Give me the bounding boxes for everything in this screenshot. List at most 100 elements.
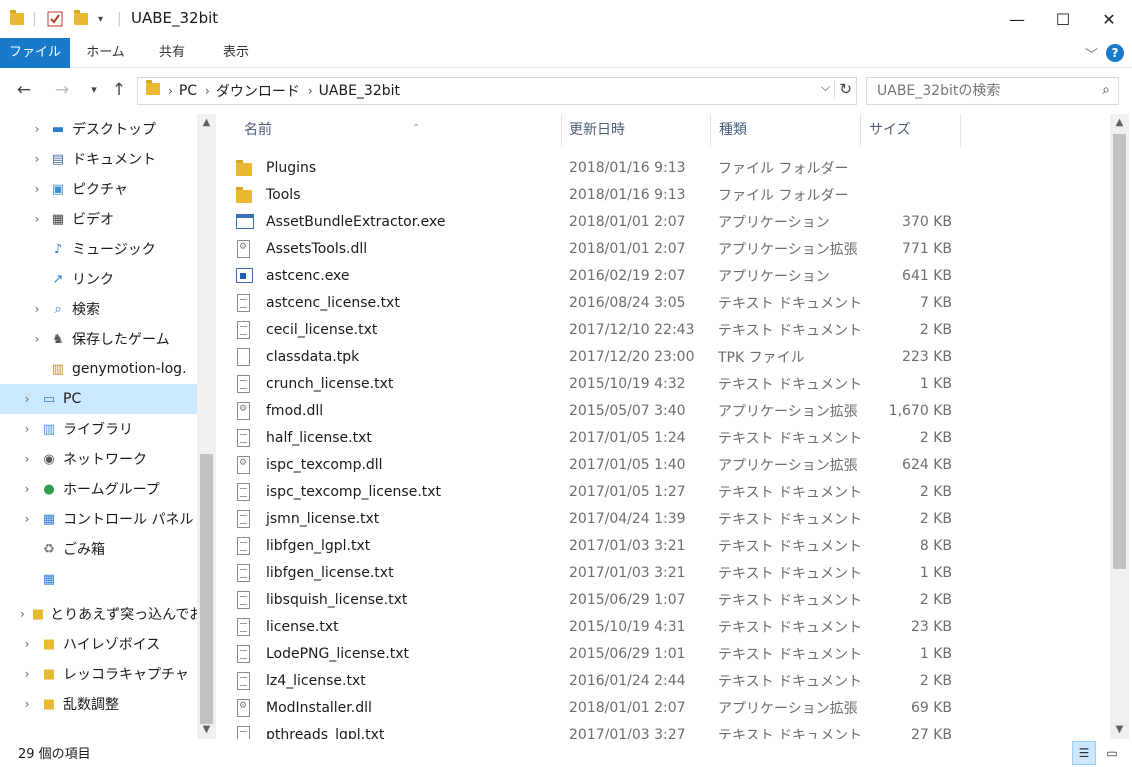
file-row[interactable]: libfgen_lgpl.txt 2017/01/03 3:21 テキスト ドキュメ… [236,532,956,559]
back-button[interactable]: ← [12,78,36,102]
customize-quick-access-icon[interactable]: ▾ [98,9,103,29]
scroll-down-arrow[interactable]: ▼ [1110,721,1129,739]
file-row[interactable]: Plugins 2018/01/16 9:13 ファイル フォルダー [236,154,956,181]
help-icon[interactable]: ? [1106,44,1124,62]
tab-home[interactable]: ホーム [78,38,133,68]
nav-item[interactable]: › ▥ ライブラリ [0,414,197,444]
expand-chevron-icon[interactable]: › [30,182,44,196]
nav-item[interactable]: › ■ 乱数調整 [0,689,197,719]
nav-item[interactable]: ▦ [0,564,197,594]
tab-share[interactable]: 共有 [146,38,198,68]
expand-chevron-icon[interactable]: › [30,122,44,136]
nav-item[interactable]: › ♞ 保存したゲーム [0,324,197,354]
expand-chevron-icon[interactable]: › [30,152,44,166]
nav-item[interactable]: › ■ レッコラキャプチャ [0,659,197,689]
nav-item[interactable]: ♪ ミュージック [0,234,197,264]
file-list-scroll-thumb[interactable] [1113,134,1126,569]
file-row[interactable]: AssetsTools.dll 2018/01/01 2:07 アプリケーション拡張… [236,235,956,262]
nav-item[interactable]: › ▦ ビデオ [0,204,197,234]
expand-chevron-icon[interactable]: › [20,637,34,651]
address-bar[interactable]: › PC › ダウンロード › UABE_32bit ⌵ ↻ [137,77,857,105]
nav-item[interactable]: › ▦ コントロール パネル [0,504,197,534]
nav-scrollbar[interactable]: ▲ ▼ [197,114,216,739]
recent-locations-button[interactable]: ▾ [82,78,106,102]
file-row[interactable]: license.txt 2015/10/19 4:31 テキスト ドキュメント 23 … [236,613,956,640]
search-icon[interactable]: ⌕ [1102,82,1110,98]
tab-view[interactable]: 表示 [210,38,262,68]
breadcrumb-downloads[interactable]: ダウンロード [216,81,300,101]
minimize-button[interactable]: — [994,0,1040,38]
refresh-icon[interactable]: ↻ [834,80,852,98]
search-input[interactable] [867,78,1087,104]
nav-item[interactable]: › ◉ ネットワーク [0,444,197,474]
file-row[interactable]: pthreads_lgpl.txt 2017/01/03 3:27 テキスト ドキュ… [236,721,956,739]
column-header-name[interactable]: 名前 ⌃ [236,114,562,147]
expand-chevron-icon[interactable]: › [20,667,34,681]
expand-chevron-icon[interactable]: › [20,422,34,436]
file-row[interactable]: ispc_texcomp_license.txt 2017/01/05 1:27 テ… [236,478,956,505]
expand-chevron-icon[interactable]: › [20,482,34,496]
scroll-up-arrow[interactable]: ▲ [1110,114,1129,132]
nav-item[interactable]: › ■ とりあえず突っ込んでお [0,599,197,629]
file-row[interactable]: astcenc.exe 2016/02/19 2:07 アプリケーション 641 KB [236,262,956,289]
file-row[interactable]: ModInstaller.dll 2018/01/01 2:07 アプリケーション拡… [236,694,956,721]
nav-item[interactable]: ▥ genymotion-log. [0,354,197,384]
maximize-button[interactable]: ☐ [1040,0,1086,38]
column-header-size[interactable]: サイズ [861,114,961,147]
nav-item[interactable]: › ⌕ 検索 [0,294,197,324]
tab-file[interactable]: ファイル [0,38,70,68]
nav-item[interactable]: › ▬ デスクトップ [0,114,197,144]
nav-item[interactable]: › ▣ ピクチャ [0,174,197,204]
nav-item[interactable]: › ■ ハイレゾボイス [0,629,197,659]
expand-chevron-icon[interactable]: › [20,697,34,711]
file-row[interactable]: cecil_license.txt 2017/12/10 22:43 テキスト ドキ… [236,316,956,343]
file-row[interactable]: fmod.dll 2015/05/07 3:40 アプリケーション拡張 1,670 K… [236,397,956,424]
file-row[interactable]: libfgen_license.txt 2017/01/03 3:21 テキスト ド… [236,559,956,586]
file-row[interactable]: ispc_texcomp.dll 2017/01/05 1:40 アプリケーション拡… [236,451,956,478]
file-type: アプリケーション拡張 [718,403,858,420]
large-icons-view-button[interactable]: ▭ [1100,741,1124,765]
expand-chevron-icon[interactable]: › [30,332,44,346]
breadcrumb-pc[interactable]: PC [179,83,197,99]
nav-item[interactable]: › ▭ PC [0,384,197,414]
file-row[interactable]: jsmn_license.txt 2017/04/24 1:39 テキスト ドキュメ… [236,505,956,532]
close-button[interactable]: ✕ [1086,0,1132,38]
expand-chevron-icon[interactable]: › [20,452,34,466]
up-button[interactable]: ↑ [107,78,131,102]
properties-icon[interactable] [47,9,63,29]
breadcrumb-uabe[interactable]: UABE_32bit [319,83,400,99]
column-header-date[interactable]: 更新日時 [561,114,711,147]
file-list-scrollbar[interactable]: ▲ ▼ [1110,114,1129,739]
expand-chevron-icon[interactable]: › [20,512,34,526]
expand-chevron-icon[interactable]: › [30,302,44,316]
expand-ribbon-icon[interactable]: ﹀ [1085,44,1098,63]
file-row[interactable]: AssetBundleExtractor.exe 2018/01/01 2:07 ア… [236,208,956,235]
file-row[interactable]: LodePNG_license.txt 2015/06/29 1:01 テキスト ド… [236,640,956,667]
nav-item[interactable]: ♻ ごみ箱 [0,534,197,564]
expand-chevron-icon[interactable]: › [20,392,34,406]
file-row[interactable]: half_license.txt 2017/01/05 1:24 テキスト ドキュメ… [236,424,956,451]
column-header-type[interactable]: 種類 [711,114,861,147]
file-row[interactable]: astcenc_license.txt 2016/08/24 3:05 テキスト ド… [236,289,956,316]
file-row[interactable]: Tools 2018/01/16 9:13 ファイル フォルダー [236,181,956,208]
breadcrumb-separator[interactable]: › [308,84,313,98]
file-row[interactable]: lz4_license.txt 2016/01/24 2:44 テキスト ドキュメン… [236,667,956,694]
scroll-down-arrow[interactable]: ▼ [197,721,216,739]
file-row[interactable]: crunch_license.txt 2015/10/19 4:32 テキスト ドキ… [236,370,956,397]
address-dropdown-icon[interactable]: ⌵ [821,80,830,95]
expand-chevron-icon[interactable]: › [30,212,44,226]
nav-scroll-thumb[interactable] [200,454,213,724]
nav-item[interactable]: ↗ リンク [0,264,197,294]
scroll-up-arrow[interactable]: ▲ [197,114,216,132]
details-view-button[interactable]: ☰ [1072,741,1096,765]
nav-item[interactable]: › ● ホームグループ [0,474,197,504]
forward-button[interactable]: → [50,78,74,102]
search-box[interactable]: ⌕ [866,77,1119,105]
breadcrumb-separator[interactable]: › [205,84,210,98]
new-folder-icon[interactable] [74,9,88,29]
nav-item[interactable]: › ▤ ドキュメント [0,144,197,174]
file-row[interactable]: libsquish_license.txt 2015/06/29 1:07 テキスト… [236,586,956,613]
breadcrumb-separator[interactable]: › [168,84,173,98]
expand-chevron-icon[interactable]: › [20,607,25,621]
file-row[interactable]: classdata.tpk 2017/12/20 23:00 TPK ファイル 223… [236,343,956,370]
